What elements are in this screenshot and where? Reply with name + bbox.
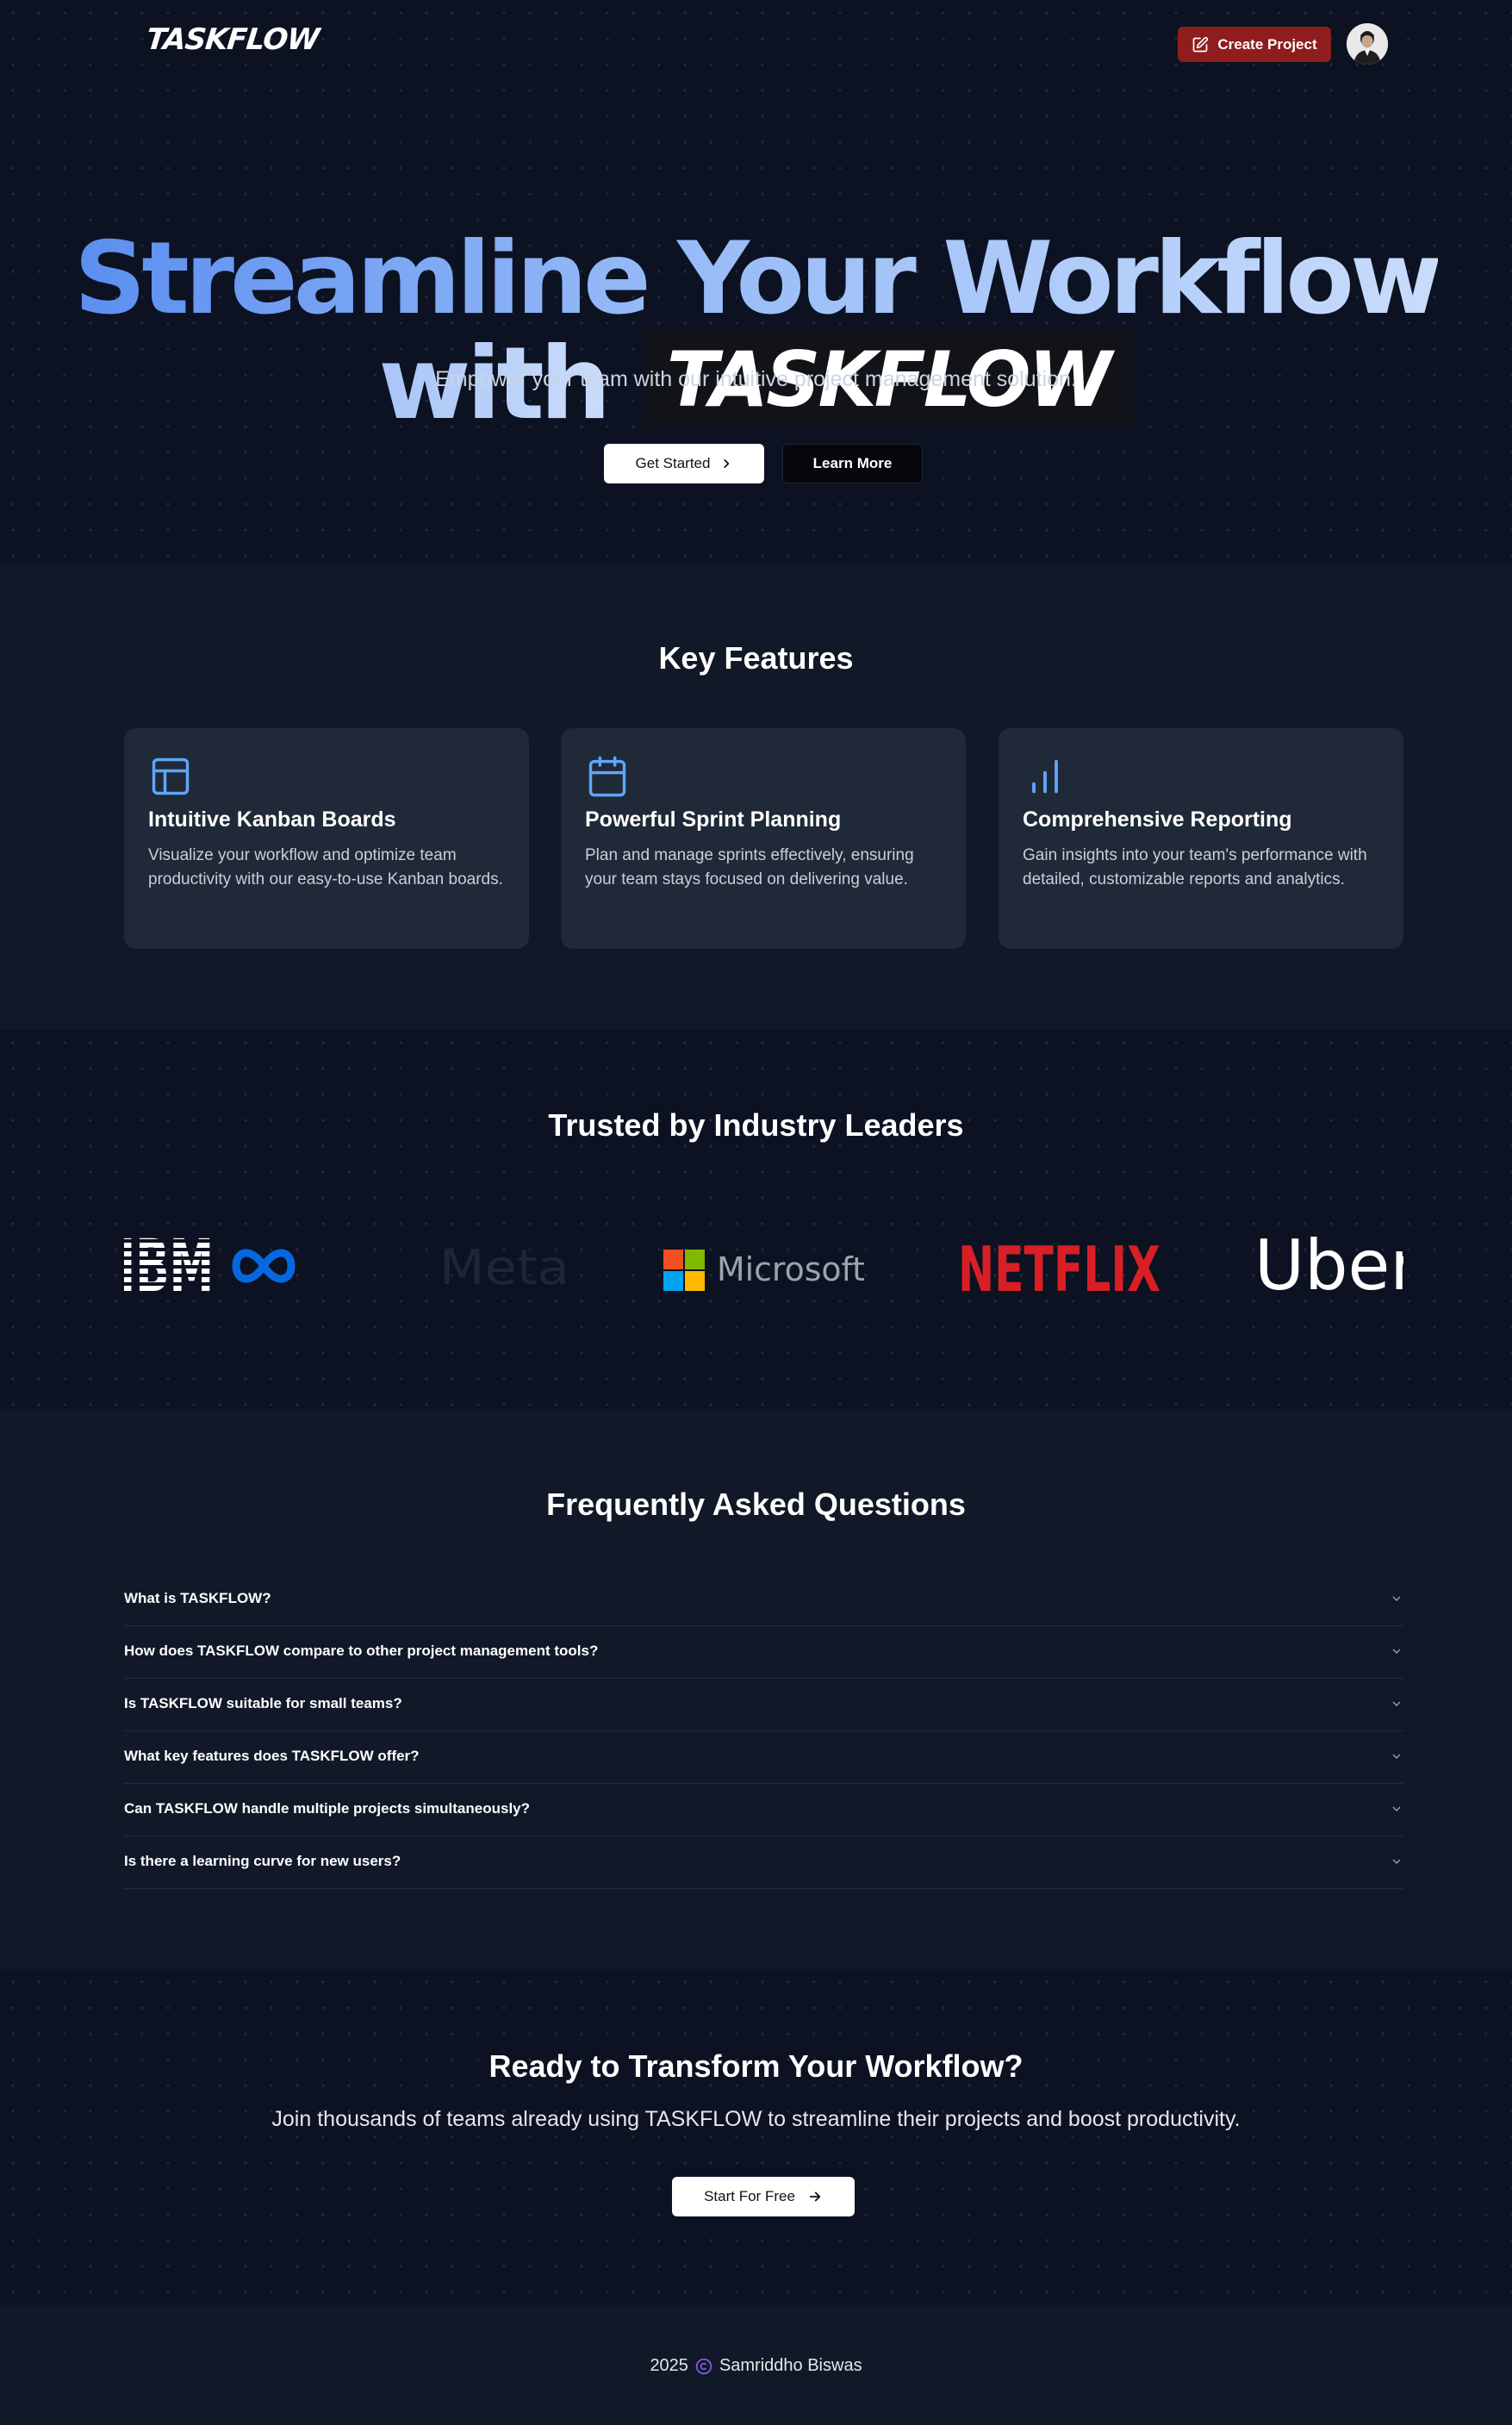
faq-item[interactable]: How does TASKFLOW compare to other proje… xyxy=(124,1625,1403,1679)
feature-title: Powerful Sprint Planning xyxy=(585,807,842,832)
trusted-section: Trusted by Industry Leaders IBM Meta Mic… xyxy=(0,1030,1512,1409)
learn-more-button[interactable]: Learn More xyxy=(782,444,923,483)
hero-section: TASKFLOW Create Project Streamline Your … xyxy=(0,0,1512,564)
feature-description: Visualize your workflow and optimize tea… xyxy=(148,846,503,888)
svg-text:Microsoft: Microsoft xyxy=(717,1250,865,1288)
footer-credit: 2025 Samriddho Biswas xyxy=(0,2356,1512,2376)
footer-year: 2025 xyxy=(650,2356,688,2375)
calendar-icon xyxy=(588,756,626,797)
hero-title-line1: Streamline Your Workflow xyxy=(73,220,1442,337)
chevron-down-icon xyxy=(1392,1596,1401,1601)
svg-text:Meta: Meta xyxy=(439,1240,569,1296)
faq-question: What key features does TASKFLOW offer? xyxy=(124,1748,420,1764)
feature-card-sprint: Powerful Sprint Planning Plan and manage… xyxy=(561,728,966,949)
chevron-down-icon xyxy=(1392,1754,1401,1759)
ibm-logo: IBM xyxy=(124,1231,214,1300)
start-for-free-button[interactable]: Start For Free xyxy=(672,2177,855,2216)
edit-icon xyxy=(1193,36,1209,52)
taskflow-logo[interactable]: TASKFLOW xyxy=(145,22,320,57)
faq-item[interactable]: Can TASKFLOW handle multiple projects si… xyxy=(124,1783,1403,1836)
arrow-right-icon xyxy=(809,2191,821,2202)
user-avatar[interactable] xyxy=(1347,23,1388,65)
faq-question: Can TASKFLOW handle multiple projects si… xyxy=(124,1800,531,1817)
svg-text:Uber: Uber xyxy=(1254,1231,1403,1300)
feature-title: Intuitive Kanban Boards xyxy=(148,807,396,832)
copyright-icon xyxy=(695,2358,712,2374)
layout-icon xyxy=(152,757,190,795)
start-for-free-label: Start For Free xyxy=(704,2188,795,2204)
faq-item[interactable]: What key features does TASKFLOW offer? xyxy=(124,1730,1403,1784)
faq-section: Frequently Asked Questions What is TASKF… xyxy=(0,1409,1512,1969)
trusted-title: Trusted by Industry Leaders xyxy=(548,1107,964,1143)
uber-logo: Uber xyxy=(1254,1231,1403,1300)
faq-item[interactable]: Is there a learning curve for new users? xyxy=(124,1836,1403,1889)
faq-question: Is TASKFLOW suitable for small teams? xyxy=(124,1695,402,1711)
microsoft-logo: Microsoft xyxy=(663,1250,865,1291)
footer-author[interactable]: Samriddho Biswas xyxy=(719,2356,862,2376)
features-title: Key Features xyxy=(658,640,854,676)
footer: 2025 Samriddho Biswas xyxy=(0,2305,1512,2425)
chevron-down-icon xyxy=(1392,1806,1401,1811)
faq-question: How does TASKFLOW compare to other proje… xyxy=(124,1643,599,1659)
meta-logo: Meta xyxy=(232,1240,569,1296)
faq-title: Frequently Asked Questions xyxy=(546,1487,966,1522)
feature-description: Gain insights into your team's performan… xyxy=(1023,846,1367,888)
chevron-down-icon xyxy=(1392,1701,1401,1706)
hero-title: Streamline Your Workflow with TASKFLOW xyxy=(0,226,1512,437)
get-started-button[interactable]: Get Started xyxy=(604,444,764,483)
netflix-logo: NETFLIX xyxy=(958,1233,1160,1300)
create-project-label: Create Project xyxy=(1217,35,1317,53)
get-started-label: Get Started xyxy=(635,455,711,471)
faq-question: What is TASKFLOW? xyxy=(124,1590,271,1606)
features-section: Key Features Intuitive Kanban Boards Vis… xyxy=(0,564,1512,1030)
top-header: TASKFLOW Create Project xyxy=(0,0,1512,86)
feature-description: Plan and manage sprints effectively, ens… xyxy=(585,846,914,888)
faq-item[interactable]: Is TASKFLOW suitable for small teams? xyxy=(124,1678,1403,1731)
avatar-person-icon xyxy=(1347,23,1388,65)
cta-subtitle: Join thousands of teams already using TA… xyxy=(271,2107,1241,2131)
bar-chart-icon xyxy=(1032,759,1058,794)
chevron-right-icon xyxy=(724,459,730,468)
cta-section: Ready to Transform Your Workflow? Join t… xyxy=(0,1969,1512,2305)
svg-text:IBM: IBM xyxy=(124,1231,214,1300)
chevron-down-icon xyxy=(1392,1859,1401,1864)
feature-card-reporting: Comprehensive Reporting Gain insights in… xyxy=(999,728,1403,949)
create-project-button[interactable]: Create Project xyxy=(1178,27,1331,62)
svg-text:NETFLIX: NETFLIX xyxy=(958,1233,1160,1300)
faq-item[interactable]: What is TASKFLOW? xyxy=(124,1573,1403,1626)
feature-title: Comprehensive Reporting xyxy=(1023,807,1292,832)
feature-card-kanban: Intuitive Kanban Boards Visualize your w… xyxy=(124,728,529,949)
faq-question: Is there a learning curve for new users? xyxy=(124,1853,401,1869)
cta-title: Ready to Transform Your Workflow? xyxy=(488,2048,1024,2084)
logo-strip: IBM Meta Microsoft NETFLIX Uber xyxy=(124,1231,1403,1300)
chevron-down-icon xyxy=(1392,1649,1401,1654)
hero-subtitle: Empower your team with our intuitive pro… xyxy=(435,367,1077,391)
